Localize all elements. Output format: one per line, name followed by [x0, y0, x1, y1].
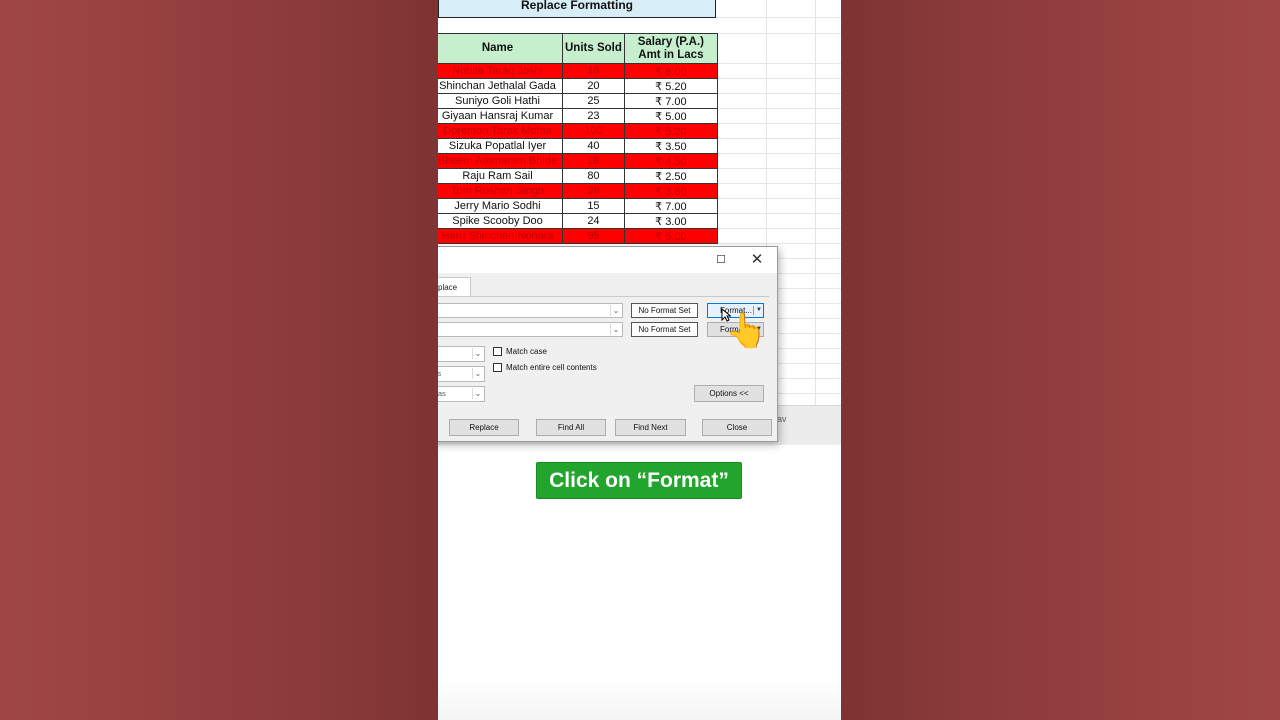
cell-salary[interactable]: ₹ 5.20	[623, 78, 718, 94]
chevron-down-icon[interactable]: ⌄	[472, 348, 483, 359]
chevron-down-icon[interactable]: ⌄	[610, 324, 621, 335]
replace-button[interactable]: Replace	[449, 419, 519, 436]
cell-units[interactable]: 18	[562, 63, 625, 79]
close-button[interactable]: Close	[702, 419, 772, 436]
header-salary-text: Salary (P.A.) Amt in Lacs	[637, 35, 704, 61]
sheet-title: Replace Formatting	[438, 0, 716, 18]
match-entire-checkbox[interactable]: Match entire cell contents	[493, 363, 597, 373]
table-row: Raju Ram Sail 80 ₹ 2.50	[438, 168, 718, 184]
match-case-label: Match case	[506, 347, 547, 356]
header-units-sold[interactable]: Units Sold	[562, 33, 625, 64]
cell-salary[interactable]: ₹ 5.00	[623, 228, 718, 244]
table-row: Shinchan Jethalal Gada 20 ₹ 5.20	[438, 78, 718, 94]
table-row: Doremon Tarak Mehta 100 ₹ 5.20	[438, 123, 718, 139]
replace-with-input[interactable]: ⌄	[438, 322, 623, 337]
find-all-button[interactable]: Find All	[536, 419, 606, 436]
cell-name[interactable]: Nobita Taraq Joshi	[438, 63, 563, 79]
checkbox-box[interactable]	[493, 347, 502, 357]
cell-units[interactable]: 15	[562, 198, 625, 214]
cell-salary[interactable]: ₹ 4.50	[623, 153, 718, 169]
table-row: Sizuka Popatlal Iyer 40 ₹ 3.50	[438, 138, 718, 154]
cell-salary[interactable]: ₹ 6.00	[623, 63, 718, 79]
search-select[interactable]: ws ⌄	[438, 366, 485, 382]
cell-name[interactable]: Spike Scooby Doo	[438, 213, 563, 229]
table-row: Heru Shinchan Nohara 95 ₹ 5.00	[438, 228, 718, 244]
cell-units[interactable]: 24	[562, 213, 625, 229]
look-in-value: ulas	[438, 389, 446, 398]
cell-name[interactable]: Raju Ram Sail	[438, 168, 563, 184]
cell-salary[interactable]: ₹ 5.20	[623, 123, 718, 139]
cell-name[interactable]: Jerry Mario Sodhi	[438, 198, 563, 214]
within-select[interactable]: ⌄	[438, 346, 485, 362]
checkbox-box[interactable]	[493, 363, 502, 373]
chevron-down-icon[interactable]: ⌄	[472, 388, 483, 399]
header-salary[interactable]: Salary (P.A.) Amt in Lacs	[623, 33, 718, 64]
cell-units[interactable]: 23	[562, 108, 625, 124]
instruction-caption: Click on “Format”	[536, 462, 742, 499]
table-row: Tom Roshan Singh 28 ₹ 3.60	[438, 183, 718, 199]
maximize-icon[interactable]: ☐	[707, 250, 735, 270]
cell-units[interactable]: 95	[562, 228, 625, 244]
tab-replace[interactable]: place	[438, 277, 471, 297]
dialog-titlebar[interactable]: ☐ ✕	[438, 247, 777, 273]
bottom-fade	[438, 680, 841, 720]
table-row: Bheem Aatmaram Bhide 28 ₹ 4.50	[438, 153, 718, 169]
cell-name[interactable]: Bheem Aatmaram Bhide	[438, 153, 563, 169]
header-name[interactable]: Name	[438, 33, 563, 64]
table-row: Suniyo Goli Hathi 25 ₹ 7.00	[438, 93, 718, 109]
search-value: ws	[438, 369, 442, 378]
cell-name[interactable]: Tom Roshan Singh	[438, 183, 563, 199]
data-table: Name Units Sold Salary (P.A.) Amt in Lac…	[438, 33, 718, 244]
match-case-checkbox[interactable]: Match case	[493, 347, 547, 357]
find-what-input[interactable]: ⌄	[438, 303, 623, 318]
cell-units[interactable]: 28	[562, 183, 625, 199]
look-in-select[interactable]: ulas ⌄	[438, 386, 485, 402]
cell-name[interactable]: Doremon Tarak Mehta	[438, 123, 563, 139]
blurred-background-right	[841, 0, 1280, 720]
cell-salary[interactable]: ₹ 7.00	[623, 93, 718, 109]
cell-units[interactable]: 40	[562, 138, 625, 154]
cell-units[interactable]: 100	[562, 123, 625, 139]
cell-salary[interactable]: ₹ 7.00	[623, 198, 718, 214]
table-body: Nobita Taraq Joshi 18 ₹ 6.00 Shinchan Jetha…	[438, 63, 718, 244]
cell-name[interactable]: Giyaan Hansraj Kumar	[438, 108, 563, 124]
cell-salary[interactable]: ₹ 3.60	[623, 183, 718, 199]
pointing-hand-icon: 👆	[725, 312, 768, 350]
cell-salary[interactable]: ₹ 5.00	[623, 108, 718, 124]
options-button[interactable]: Options <<	[694, 385, 764, 402]
cell-salary[interactable]: ₹ 3.50	[623, 138, 718, 154]
cell-units[interactable]: 80	[562, 168, 625, 184]
find-next-button[interactable]: Find Next	[615, 419, 686, 436]
cell-name[interactable]: Sizuka Popatlal Iyer	[438, 138, 563, 154]
replace-format-preview: No Format Set	[631, 322, 698, 337]
close-icon[interactable]: ✕	[743, 250, 771, 270]
cell-units[interactable]: 28	[562, 153, 625, 169]
cell-name[interactable]: Suniyo Goli Hathi	[438, 93, 563, 109]
cell-units[interactable]: 20	[562, 78, 625, 94]
minimize-icon[interactable]	[673, 250, 701, 270]
table-row: Spike Scooby Doo 24 ₹ 3.00	[438, 213, 718, 229]
match-entire-label: Match entire cell contents	[506, 363, 597, 372]
table-row: Nobita Taraq Joshi 18 ₹ 6.00	[438, 63, 718, 79]
cell-salary[interactable]: ₹ 2.50	[623, 168, 718, 184]
chevron-down-icon[interactable]: ⌄	[472, 368, 483, 379]
chevron-down-icon[interactable]: ⌄	[610, 305, 621, 316]
blurred-background-left	[0, 0, 438, 720]
strip-text: av	[777, 414, 787, 424]
find-format-preview: No Format Set	[631, 303, 698, 318]
video-frame: Replace Formatting Name Units Sold Salar…	[438, 0, 841, 720]
cell-units[interactable]: 25	[562, 93, 625, 109]
cell-name[interactable]: Heru Shinchan Nohara	[438, 228, 563, 244]
cell-name[interactable]: Shinchan Jethalal Gada	[438, 78, 563, 94]
cell-salary[interactable]: ₹ 3.00	[623, 213, 718, 229]
table-row: Giyaan Hansraj Kumar 23 ₹ 5.00	[438, 108, 718, 124]
table-row: Jerry Mario Sodhi 15 ₹ 7.00	[438, 198, 718, 214]
